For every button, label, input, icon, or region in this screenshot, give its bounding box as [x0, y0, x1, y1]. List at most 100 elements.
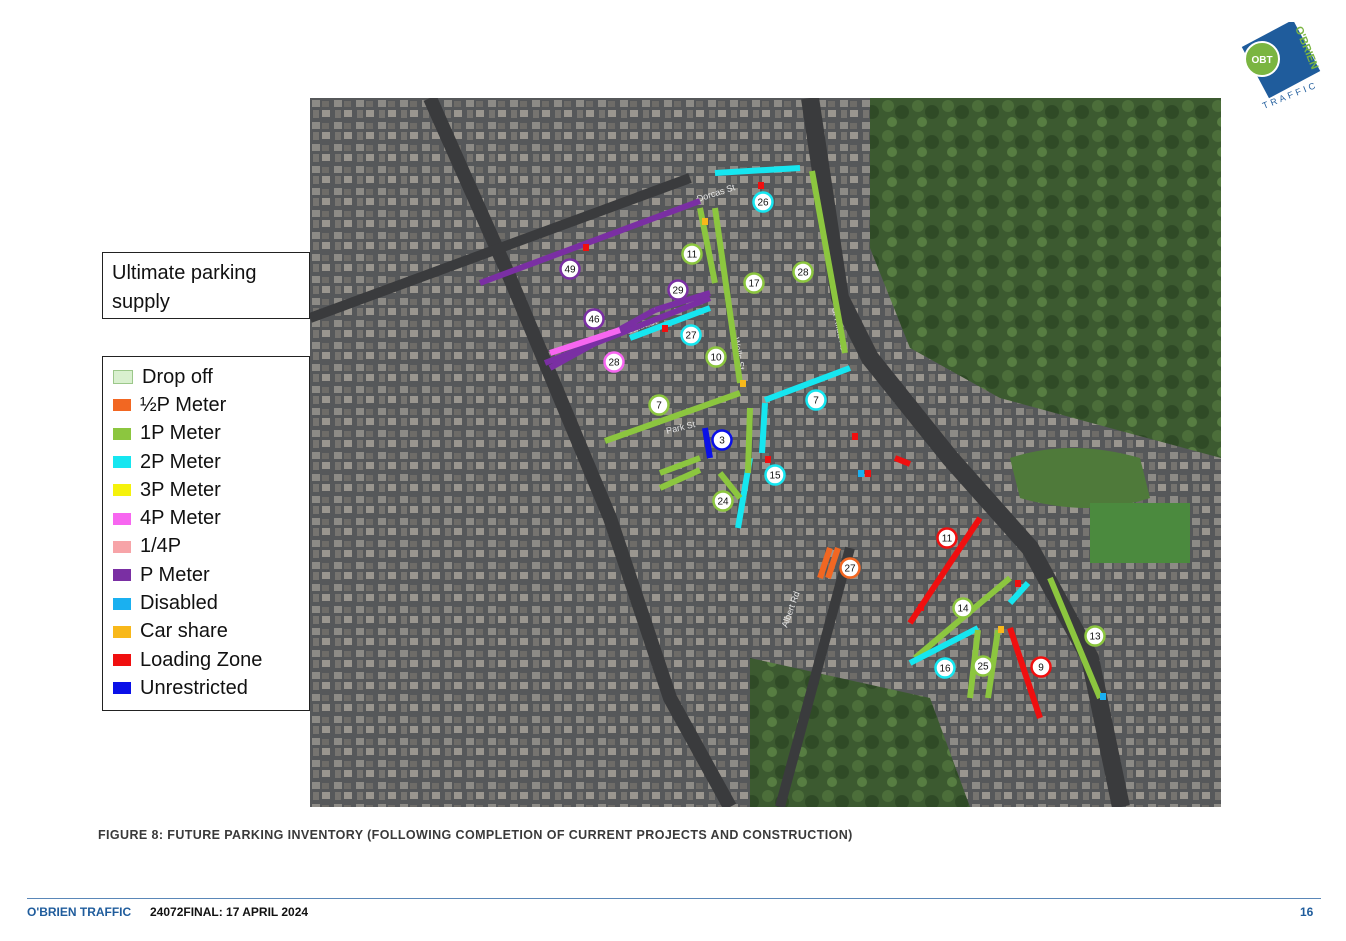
- parking-marker: 11: [936, 527, 958, 549]
- legend-label: Unrestricted: [140, 676, 248, 699]
- parking-segment-accent: [1100, 693, 1106, 700]
- parking-marker: 25: [972, 655, 994, 677]
- legend-item: 3P Meter: [113, 476, 309, 504]
- parking-marker: 28: [603, 351, 625, 373]
- legend-label: Car share: [140, 620, 228, 643]
- legend-item: 1/4P: [113, 533, 309, 561]
- parking-marker: 46: [583, 308, 605, 330]
- parking-marker: 17: [743, 272, 765, 294]
- parking-marker: 26: [752, 191, 774, 213]
- parking-segment-accent: [740, 380, 746, 387]
- footer-company: O'BRIEN TRAFFIC: [27, 905, 132, 919]
- footer-reference: 24072FINAL: 17 APRIL 2024: [150, 905, 309, 919]
- legend-item: 2P Meter: [113, 448, 309, 476]
- legend-swatch: [113, 512, 131, 525]
- legend-swatch: [113, 427, 131, 440]
- parking-legend: Drop off ½P Meter 1P Meter 2P Meter 3P Meter…: [102, 356, 310, 711]
- footer-divider: [27, 898, 1321, 899]
- parking-marker-number: 7: [813, 396, 819, 407]
- label-line-1: Ultimate parking: [112, 262, 257, 284]
- parking-segment-accent: [858, 470, 864, 477]
- parking-marker-number: 11: [942, 534, 953, 545]
- parking-marker: 11: [681, 243, 703, 265]
- aerial-parking-map: Dorcas StBank StWells StPark StSt Kilda …: [310, 98, 1221, 807]
- legend-swatch: [113, 456, 131, 469]
- parking-segment: [759, 402, 768, 454]
- parking-marker-number: 9: [1038, 663, 1044, 674]
- legend-swatch: [113, 682, 131, 695]
- legend-item: Loading Zone: [113, 646, 309, 674]
- parking-marker: 7: [648, 394, 670, 416]
- parking-marker-number: 15: [769, 471, 781, 482]
- parking-marker-number: 13: [1089, 632, 1101, 643]
- parking-marker: 28: [792, 261, 814, 283]
- ultimate-parking-supply-label: Ultimate parking supply: [102, 252, 310, 319]
- parking-marker-number: 49: [564, 265, 576, 276]
- parking-marker: 27: [680, 324, 702, 346]
- legend-swatch: [113, 569, 131, 582]
- legend-label: 1P Meter: [140, 422, 221, 445]
- legend-label: 3P Meter: [140, 478, 221, 501]
- parking-marker-number: 3: [719, 436, 725, 447]
- parking-marker: 7: [805, 389, 827, 411]
- legend-label: Disabled: [140, 592, 218, 615]
- label-line-2: supply: [112, 291, 170, 313]
- parking-marker: 14: [952, 597, 974, 619]
- parking-segment-accent: [865, 470, 871, 477]
- parking-marker-number: 46: [588, 315, 600, 326]
- parking-marker-number: 26: [757, 198, 769, 209]
- legend-swatch: [113, 484, 131, 497]
- parking-marker: 9: [1030, 656, 1052, 678]
- legend-item: ½P Meter: [113, 391, 309, 419]
- legend-swatch: [113, 654, 131, 667]
- legend-label: 1/4P: [140, 535, 182, 558]
- parking-marker-number: 28: [608, 358, 620, 369]
- parking-marker: 3: [711, 429, 733, 451]
- legend-item: P Meter: [113, 561, 309, 589]
- parking-marker-number: 11: [687, 250, 698, 261]
- parking-segment-accent: [998, 626, 1004, 633]
- parking-segment-accent: [852, 433, 858, 440]
- legend-swatch: [113, 399, 131, 412]
- legend-label: Loading Zone: [140, 648, 263, 671]
- legend-item: 1P Meter: [113, 420, 309, 448]
- parking-marker: 13: [1084, 625, 1106, 647]
- parking-marker-number: 24: [717, 497, 729, 508]
- legend-swatch: [113, 370, 133, 385]
- parking-marker-number: 27: [685, 331, 697, 342]
- parking-segment-accent: [662, 325, 668, 332]
- parking-marker-number: 16: [939, 664, 951, 675]
- parking-marker-number: 14: [957, 604, 969, 615]
- legend-item: 4P Meter: [113, 504, 309, 532]
- legend-item: Drop off: [113, 363, 309, 391]
- parking-marker-number: 29: [672, 286, 684, 297]
- parking-segment-accent: [1015, 580, 1021, 587]
- parking-marker: 10: [705, 346, 727, 368]
- legend-label: Drop off: [142, 365, 213, 388]
- parking-marker: 49: [559, 258, 581, 280]
- sports-field: [1090, 503, 1190, 563]
- parking-marker-number: 28: [797, 268, 809, 279]
- parking-segment: [745, 407, 753, 474]
- parking-segment-accent: [583, 244, 589, 251]
- figure-caption: FIGURE 8: FUTURE PARKING INVENTORY (FOLL…: [98, 828, 853, 842]
- parking-segment-accent: [765, 456, 771, 463]
- parking-marker: 27: [839, 557, 861, 579]
- parking-marker-number: 10: [710, 353, 722, 364]
- legend-item: Disabled: [113, 589, 309, 617]
- parking-marker-number: 7: [656, 401, 662, 412]
- obrien-traffic-logo: OBT O'BRIEN TRAFFIC: [1241, 22, 1320, 111]
- oval-park: [1010, 448, 1150, 508]
- legend-item: Unrestricted: [113, 674, 309, 702]
- parking-marker-number: 27: [844, 564, 856, 575]
- legend-swatch: [113, 597, 131, 610]
- parking-marker-number: 17: [748, 279, 760, 290]
- legend-label: ½P Meter: [140, 393, 227, 416]
- parking-segment-accent: [918, 604, 924, 611]
- legend-item: Car share: [113, 618, 309, 646]
- legend-swatch: [113, 540, 131, 553]
- parking-segment-accent: [758, 182, 764, 189]
- parking-marker: 24: [712, 490, 734, 512]
- parking-segment-accent: [702, 218, 708, 225]
- parking-marker: 29: [667, 279, 689, 301]
